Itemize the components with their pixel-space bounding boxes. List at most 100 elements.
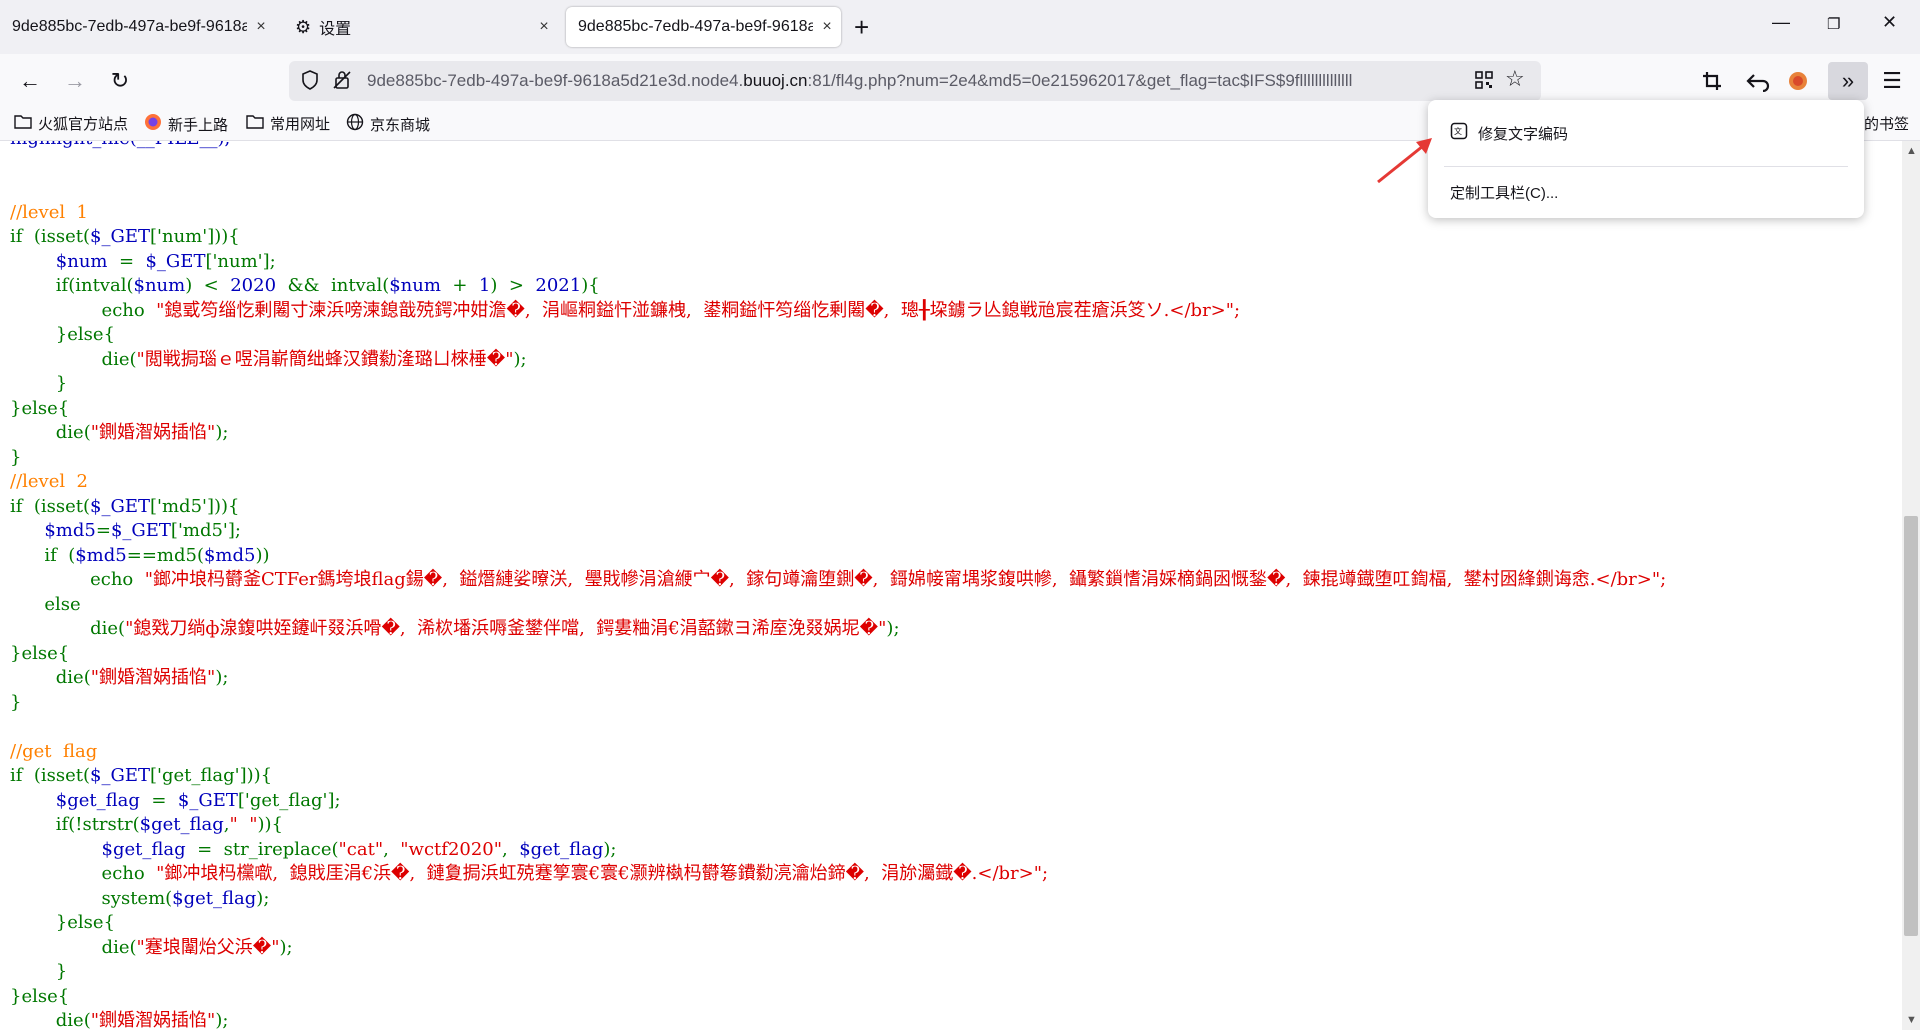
tracking-shield-icon[interactable]: [299, 69, 321, 96]
restore-button[interactable]: ❐: [1827, 15, 1840, 33]
code-token: ,: [502, 838, 520, 860]
hamburger-menu-icon[interactable]: ☰: [1876, 65, 1908, 97]
code-token: &&: [276, 275, 331, 296]
code-string: "鍘婚潪娲插惂": [90, 422, 216, 443]
code-comment: //get flag: [10, 740, 98, 762]
code-comment: //level 2: [10, 471, 89, 492]
customize-toolbar-item[interactable]: 定制工具栏(C)...: [1450, 182, 1558, 203]
bookmark-item[interactable]: 火狐官方站点: [14, 113, 128, 134]
code-string: "蹇埌闈炲父浜�": [136, 936, 280, 958]
bookmark-item[interactable]: 常用网址: [246, 113, 330, 134]
code-token: $_GET: [145, 250, 206, 272]
tab-challenge-2[interactable]: 9de885bc-7edb-497a-be9f-9618a ×: [566, 7, 841, 47]
code-token: die(: [55, 667, 91, 688]
code-token: 2020: [230, 275, 277, 296]
code-string: "cat": [338, 838, 384, 860]
code-token: echo: [101, 863, 157, 884]
code-string: "鎯冲埌杩欎釜CTFer鎷垮埌flag鍚�, 鎰熸縺娑曢浂, 璺戝幓涓滄緶宀�,…: [144, 569, 1667, 590]
code-string: "鎯冲埌杩欓噷, 鎴戝厓涓€浜�, 鏈夐挶浜虹殑蹇箰寰€寰€灏辨槸杩欎箞鐨勬湸瀹…: [156, 863, 1049, 884]
code-token: die(: [55, 1010, 91, 1030]
code-token: ['get_flag'])){: [150, 765, 273, 786]
other-bookmarks[interactable]: 的书签: [1864, 113, 1909, 134]
code-token: =: [107, 250, 146, 272]
code-token: ){: [581, 275, 600, 296]
extension-avatar-icon[interactable]: [1782, 65, 1814, 97]
code-token: );: [215, 1010, 229, 1030]
code-token: if (: [44, 544, 76, 566]
url-host: buuoj.cn: [743, 71, 808, 90]
tab-settings[interactable]: ⚙ 设置 ×: [283, 7, 558, 47]
code-token: );: [886, 618, 900, 639]
code-token: }: [10, 691, 22, 713]
page-content: highlight_file(__FILE__); //level 1 if (…: [0, 141, 1900, 1030]
code-token: $num: [55, 250, 108, 272]
close-window-button[interactable]: ✕: [1882, 12, 1897, 33]
annotation-arrow: [1377, 138, 1432, 184]
code-token: 1: [478, 275, 491, 296]
tab-title: 9de885bc-7edb-497a-be9f-9618a: [578, 18, 813, 35]
menu-separator: [1444, 166, 1848, 167]
url-prefix: 9de885bc-7edb-497a-be9f-9618a5d21e3d.nod…: [367, 71, 744, 90]
code-token: 2021: [535, 275, 582, 296]
code-token: =: [139, 789, 178, 811]
text-encoding-icon: 文: [1450, 122, 1468, 144]
code-token: $md5: [203, 544, 256, 566]
code-token: if(!strstr(: [55, 814, 140, 835]
forward-button[interactable]: →: [59, 65, 91, 97]
overflow-panel: 文 修复文字编码 定制工具栏(C)...: [1428, 100, 1864, 218]
bookmark-star-icon[interactable]: ☆: [1505, 66, 1525, 92]
tab-title: 设置: [319, 21, 352, 38]
scroll-up-icon[interactable]: ▲: [1906, 145, 1917, 157]
bookmark-item[interactable]: 新手上路: [144, 113, 228, 135]
tab-challenge-1[interactable]: 9de885bc-7edb-497a-be9f-9618a ×: [0, 7, 275, 47]
code-string: "閲戦挶瑙ｅ喅涓嶄簡绌蜂汉鐨勬湰璐ㄩ棶棰�": [136, 348, 514, 370]
code-token: }: [55, 373, 68, 394]
code-token: die(: [101, 348, 137, 370]
insecure-lock-icon[interactable]: [331, 69, 353, 96]
code-token: $num: [133, 275, 186, 296]
code-token: if (isset(: [10, 226, 91, 247]
code-token: ==md5(: [126, 544, 204, 566]
code-token: else: [44, 593, 81, 615]
code-string: "鍘婚潪娲插惂": [90, 667, 216, 688]
bookmark-label: 火狐官方站点: [38, 116, 129, 133]
vertical-scrollbar[interactable]: ▲ ▼: [1902, 141, 1920, 1030]
code-token: }: [10, 446, 22, 468]
back-button[interactable]: ←: [14, 65, 46, 97]
bookmark-item[interactable]: 京东商城: [346, 113, 430, 135]
url-bar[interactable]: 9de885bc-7edb-497a-be9f-9618a5d21e3d.nod…: [289, 61, 1541, 101]
qr-code-icon[interactable]: [1473, 69, 1495, 96]
overflow-menu-button[interactable]: »: [1828, 62, 1868, 100]
code-token: ['get_flag'];: [237, 789, 341, 811]
scroll-down-icon[interactable]: ▼: [1906, 1014, 1917, 1026]
code-token: }else{: [10, 985, 70, 1007]
menu-item-label: 定制工具栏(C)...: [1450, 185, 1559, 202]
tab-close-icon[interactable]: ×: [813, 18, 841, 36]
code-token: echo: [90, 569, 145, 590]
minimize-button[interactable]: —: [1772, 12, 1790, 33]
url-text[interactable]: 9de885bc-7edb-497a-be9f-9618a5d21e3d.nod…: [367, 71, 1447, 91]
tab-close-icon[interactable]: ×: [530, 18, 558, 36]
code-string: "鎴戣刀绱ф湶鍑哄姪鑳屽叕浜嗗�, 浠栨墦浜嗕釜鐢伴噹, 鍔婁粬涓€涓嚭鏉ヨ浠庢…: [125, 618, 887, 639]
code-token: }else{: [55, 912, 115, 933]
code-token: $_GET: [177, 789, 238, 811]
code-string: "鍘婚潪娲插惂": [90, 1010, 216, 1030]
repair-text-encoding-item[interactable]: 文 修复文字编码: [1450, 122, 1568, 144]
crop-screenshot-icon[interactable]: [1696, 65, 1728, 97]
undo-extension-icon[interactable]: [1742, 65, 1774, 97]
code-string: " ": [229, 814, 258, 835]
folder-icon: [14, 114, 32, 133]
new-tab-button[interactable]: +: [854, 14, 869, 40]
code-token: if (isset(: [10, 495, 91, 517]
folder-icon: [246, 114, 264, 133]
code-token: die(: [55, 422, 91, 443]
scrollbar-thumb[interactable]: [1904, 516, 1918, 936]
code-token: system(: [101, 887, 173, 909]
code-token: die(: [90, 618, 126, 639]
tab-close-icon[interactable]: ×: [247, 18, 275, 36]
code-token: die(: [101, 936, 137, 958]
reload-button[interactable]: ↻: [104, 65, 136, 97]
bookmark-label: 京东商城: [370, 116, 431, 134]
code-token: );: [215, 422, 229, 443]
code-token: ,: [383, 838, 401, 860]
